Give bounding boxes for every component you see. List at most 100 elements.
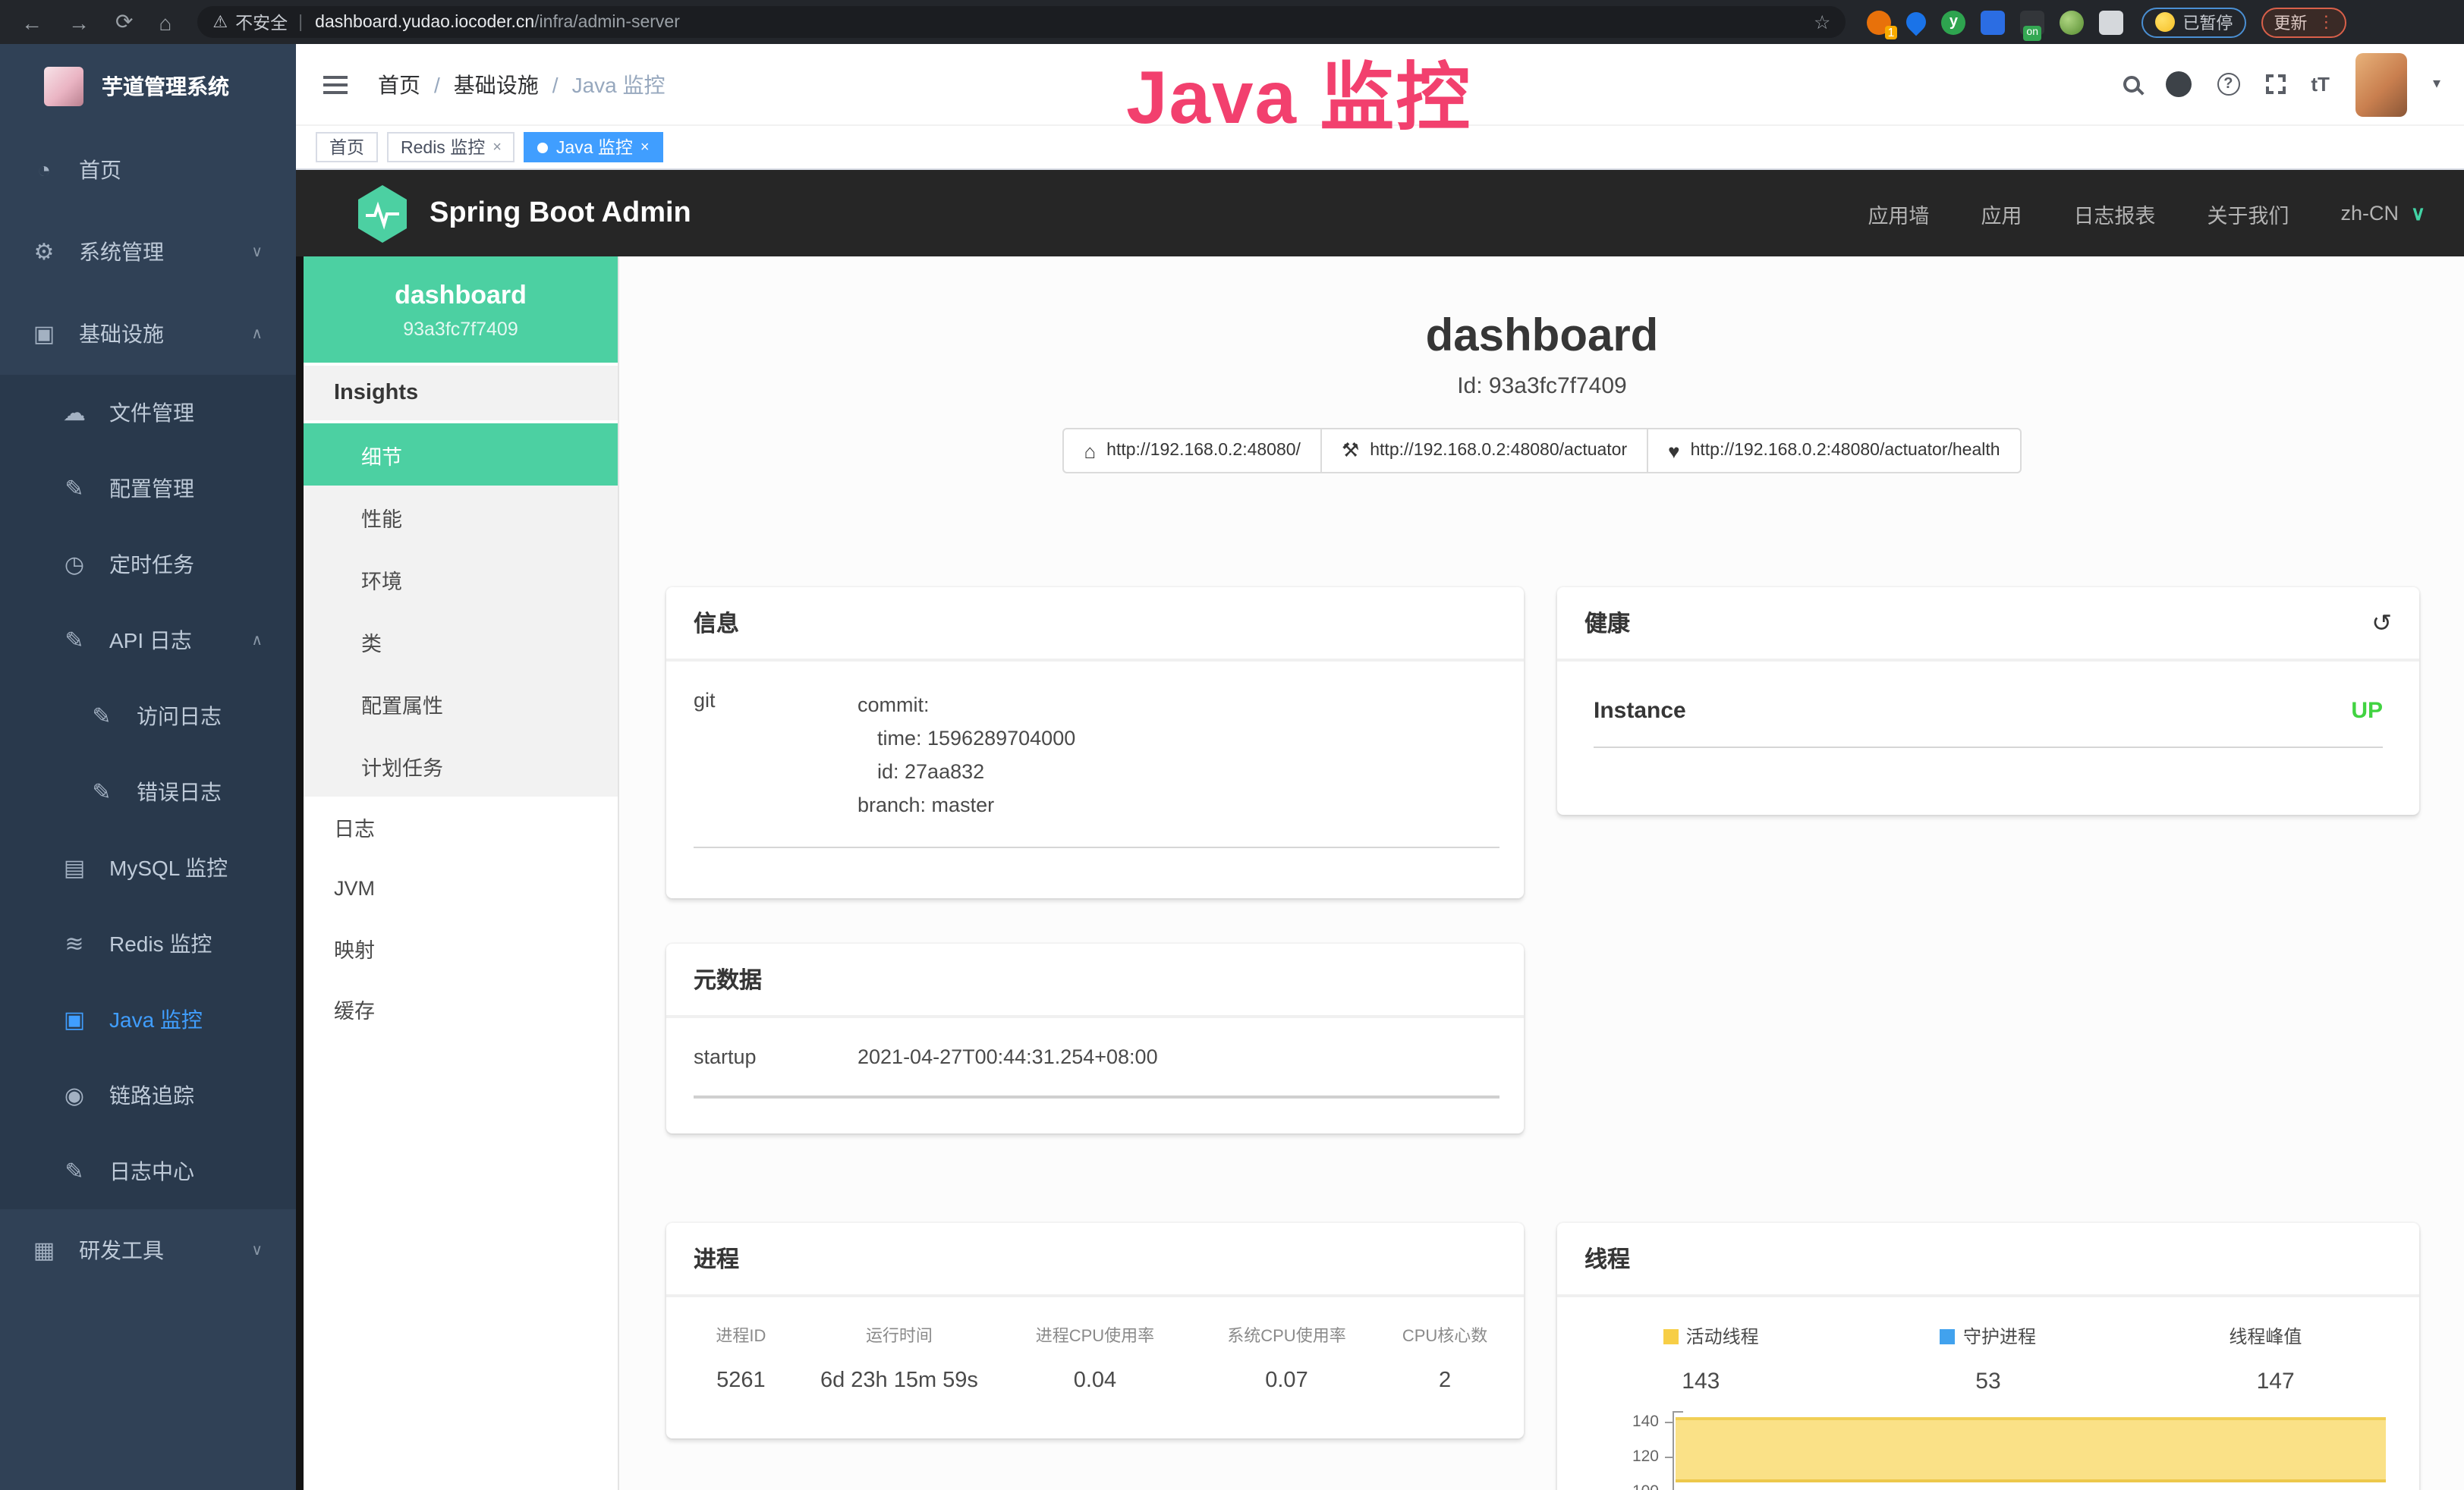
metadata-card: 元数据 startup 2021-04-27T00:44:31.254+08:0… xyxy=(666,944,1524,1133)
security-warning-icon[interactable]: ⚠ xyxy=(212,12,228,32)
close-icon[interactable]: × xyxy=(492,139,502,156)
app-shell: 芋道管理系统 ◔ 首页 ⚙ 系统管理 ∨ ▣ 基础设施 ∧ ☁ 文件管理 xyxy=(0,44,2464,1490)
sba-brand-title[interactable]: Spring Boot Admin xyxy=(430,196,691,230)
hamburger-icon[interactable] xyxy=(323,83,348,86)
chevron-down-icon: ∨ xyxy=(2411,201,2425,225)
sba-item-mappings[interactable]: 映射 xyxy=(304,918,618,979)
sba-nav-wallboard[interactable]: 应用墙 xyxy=(1868,198,1929,228)
extension-orange-icon[interactable]: 1 xyxy=(1867,10,1891,34)
browser-menu-kebab-icon[interactable]: ⋮ xyxy=(2318,12,2334,32)
legend-peak-threads: 线程峰值 xyxy=(2127,1323,2404,1349)
process-card-title: 进程 xyxy=(666,1223,1524,1297)
live-threads-area xyxy=(1676,1417,2386,1482)
sba-sidebar: dashboard 93a3fc7f7409 Insights 细节 性能 环境… xyxy=(304,256,619,1490)
breadcrumb-home[interactable]: 首页 xyxy=(378,69,420,99)
sba-item-caches[interactable]: 缓存 xyxy=(304,979,618,1039)
breadcrumb-infra[interactable]: 基础设施 xyxy=(454,69,539,99)
threads-card-title: 线程 xyxy=(1557,1223,2419,1297)
col-pid: 进程ID xyxy=(678,1323,804,1347)
extension-pin-icon[interactable] xyxy=(1902,8,1931,36)
avatar[interactable] xyxy=(2355,52,2407,116)
browser-home-icon[interactable]: ⌂ xyxy=(159,10,172,34)
extension-green-icon[interactable]: y xyxy=(1941,10,1965,34)
profile-paused-chip[interactable]: 已暂停 xyxy=(2141,7,2246,37)
tab-java-monitor[interactable]: Java 监控 × xyxy=(524,132,663,162)
legend-blue-swatch xyxy=(1940,1328,1956,1344)
sidebar-item-mysql-monitor[interactable]: ▤ MySQL 监控 xyxy=(0,830,296,906)
health-instance-label: Instance xyxy=(1594,698,1686,724)
avatar-caret-icon[interactable]: ▾ xyxy=(2433,76,2440,93)
sba-item-classes[interactable]: 类 xyxy=(304,610,618,672)
browser-forward-icon[interactable]: → xyxy=(68,10,90,34)
sba-item-logs[interactable]: 日志 xyxy=(304,797,618,857)
sidebar-item-infra[interactable]: ▣ 基础设施 ∧ xyxy=(0,293,296,375)
gear-icon: ⚙ xyxy=(30,238,58,266)
browser-reload-icon[interactable]: ⟳ xyxy=(115,9,133,35)
sba-nav-applications[interactable]: 应用 xyxy=(1981,198,2022,228)
fullscreen-icon[interactable] xyxy=(2265,74,2285,94)
help-icon[interactable]: ? xyxy=(2217,73,2239,96)
screen: ← → ⟳ ⌂ ⚠ 不安全 | dashboard.yudao.iocoder.… xyxy=(0,0,2464,1490)
sidebar-item-java-monitor[interactable]: ▣ Java 监控 xyxy=(0,982,296,1058)
extension-switch-icon[interactable]: on xyxy=(2020,10,2044,34)
sba-item-scheduled-tasks[interactable]: 计划任务 xyxy=(304,734,618,797)
metadata-value: 2021-04-27T00:44:31.254+08:00 xyxy=(858,1045,1496,1068)
sidebar-item-dev-tools[interactable]: ▦ 研发工具 ∨ xyxy=(0,1209,296,1291)
sidebar-item-home[interactable]: ◔ 首页 xyxy=(0,129,296,211)
address-bar[interactable]: ⚠ 不安全 | dashboard.yudao.iocoder.cn /infr… xyxy=(197,6,1846,38)
sba-item-details[interactable]: 细节 xyxy=(304,423,618,486)
font-size-icon[interactable]: tT xyxy=(2311,73,2330,96)
breadcrumb-separator: / xyxy=(434,72,440,96)
tab-redis-monitor[interactable]: Redis 监控 × xyxy=(387,132,515,162)
metadata-startup-row: startup 2021-04-27T00:44:31.254+08:00 xyxy=(666,1018,1524,1068)
metadata-key: startup xyxy=(694,1045,858,1068)
github-icon[interactable] xyxy=(2165,71,2191,97)
sidebar-item-api-log[interactable]: ✎ API 日志 ∧ xyxy=(0,602,296,678)
service-url-label: http://192.168.0.2:48080/ xyxy=(1106,442,1301,460)
sba-item-metrics[interactable]: 性能 xyxy=(304,486,618,548)
tab-home[interactable]: 首页 xyxy=(316,132,378,162)
sidebar-item-log-center[interactable]: ✎ 日志中心 xyxy=(0,1133,296,1209)
sba-language-select[interactable]: zh-CN ∨ xyxy=(2340,201,2425,225)
sidebar-item-tracing[interactable]: ◉ 链路追踪 xyxy=(0,1058,296,1133)
sidebar-item-file-manage[interactable]: ☁ 文件管理 xyxy=(0,375,296,451)
edit-icon: ✎ xyxy=(61,475,88,502)
legend-live-threads: 活动线程 xyxy=(1572,1323,1849,1349)
sidebar: 芋道管理系统 ◔ 首页 ⚙ 系统管理 ∨ ▣ 基础设施 ∧ ☁ 文件管理 xyxy=(0,44,296,1490)
history-icon[interactable]: ↺ xyxy=(2371,608,2392,638)
bookmark-star-icon[interactable]: ☆ xyxy=(1814,11,1830,33)
health-url-button[interactable]: ♥ http://192.168.0.2:48080/actuator/heal… xyxy=(1648,428,2021,473)
sba-nav-about[interactable]: 关于我们 xyxy=(2207,198,2289,228)
instance-id: 93a3fc7f7409 xyxy=(403,318,518,339)
browser-back-icon[interactable]: ← xyxy=(21,10,42,34)
sidebar-item-label: API 日志 xyxy=(109,625,230,655)
sidebar-item-scheduled-tasks[interactable]: ◷ 定时任务 xyxy=(0,527,296,602)
sidebar-item-config-manage[interactable]: ✎ 配置管理 xyxy=(0,451,296,527)
sba-nav-journal[interactable]: 日志报表 xyxy=(2073,198,2155,228)
extension-leaf-icon[interactable] xyxy=(2060,10,2084,34)
search-icon[interactable] xyxy=(2123,76,2139,93)
health-instance-row: Instance UP xyxy=(1557,662,2419,724)
sidebar-item-system[interactable]: ⚙ 系统管理 ∨ xyxy=(0,211,296,293)
sidebar-item-redis-monitor[interactable]: ≋ Redis 监控 xyxy=(0,906,296,982)
sba-item-environment[interactable]: 环境 xyxy=(304,548,618,610)
sidebar-item-error-log[interactable]: ✎ 错误日志 xyxy=(0,754,296,830)
sba-item-config-props[interactable]: 配置属性 xyxy=(304,672,618,734)
tab-label: Java 监控 xyxy=(556,135,633,159)
sba-content: dashboard Id: 93a3fc7f7409 ⌂ http://192.… xyxy=(619,256,2464,1490)
legend-label: 活动线程 xyxy=(1686,1323,1759,1349)
browser-update-button[interactable]: 更新 ⋮ xyxy=(2261,7,2346,37)
extensions-puzzle-icon[interactable] xyxy=(2099,10,2123,34)
axis-tick xyxy=(1674,1411,1683,1413)
col-uptime: 运行时间 xyxy=(804,1323,996,1347)
actuator-url-button[interactable]: ⚒ http://192.168.0.2:48080/actuator xyxy=(1322,428,1648,473)
info-value: commit: time: 1596289704000 id: 27aa832 … xyxy=(858,689,1496,822)
sidebar-item-access-log[interactable]: ✎ 访问日志 xyxy=(0,678,296,754)
extension-grid-icon[interactable] xyxy=(1981,10,2005,34)
service-url-button[interactable]: ⌂ http://192.168.0.2:48080/ xyxy=(1062,428,1322,473)
stack-icon: ≋ xyxy=(61,930,88,957)
sba-item-jvm[interactable]: JVM xyxy=(304,857,618,918)
close-icon[interactable]: × xyxy=(640,139,650,156)
sidebar-logo-row[interactable]: 芋道管理系统 xyxy=(0,44,296,129)
sidebar-item-label: 文件管理 xyxy=(109,398,263,428)
